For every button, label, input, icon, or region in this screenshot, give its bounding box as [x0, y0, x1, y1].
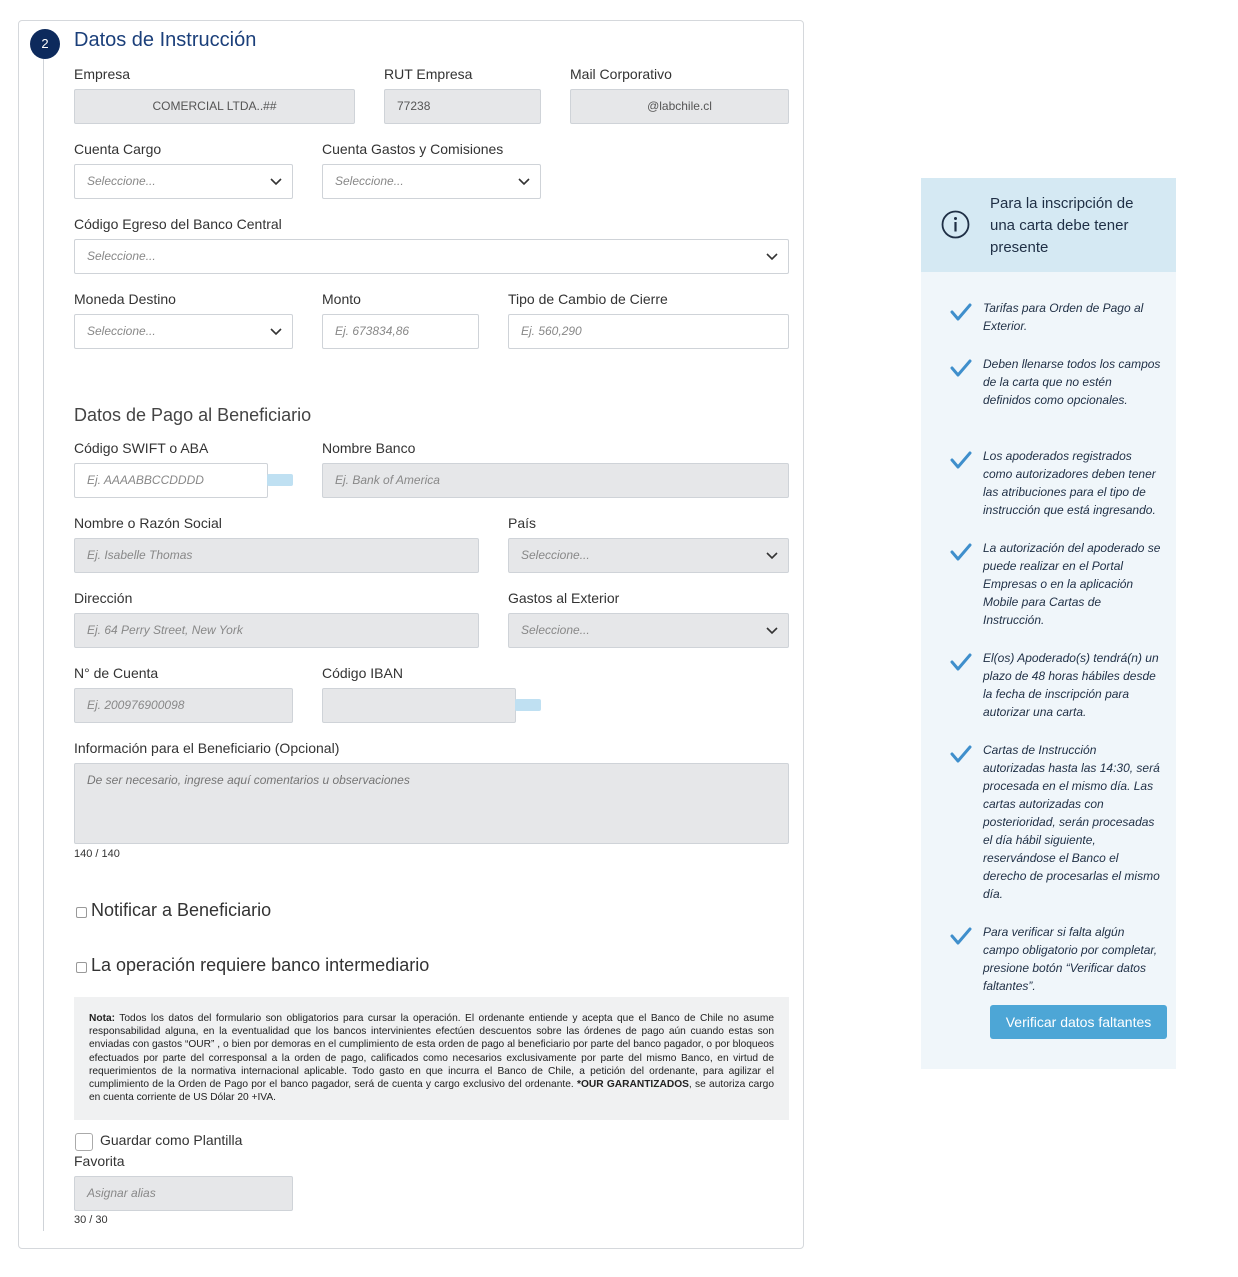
notificar-checkbox[interactable]: [76, 906, 87, 918]
n-cuenta-input[interactable]: Ej. 200976900098: [74, 688, 293, 723]
tipo-cambio-input[interactable]: Ej. 560,290: [508, 314, 789, 349]
empresa-label: Empresa: [74, 66, 131, 82]
cuenta-cargo-label: Cuenta Cargo: [74, 141, 162, 157]
monto-label: Monto: [322, 291, 361, 307]
info-char-counter: 140 / 140: [74, 848, 120, 860]
checkmark-icon: [950, 451, 972, 469]
guardar-plantilla-checkbox[interactable]: [75, 1133, 93, 1151]
moneda-value: Seleccione...: [87, 324, 156, 338]
info-tip-item: Para verificar si falta algún campo obli…: [983, 925, 1158, 993]
alias-input[interactable]: Asignar alias: [74, 1176, 293, 1211]
cuenta-cargo-value: Seleccione...: [87, 174, 156, 188]
tipo-cambio-label: Tipo de Cambio de Cierre: [508, 291, 668, 307]
direccion-input[interactable]: Ej. 64 Perry Street, New York: [74, 613, 479, 648]
checkmark-icon: [950, 359, 972, 377]
chevron-down-icon: [270, 178, 282, 186]
direccion-label: Dirección: [74, 590, 133, 606]
info-beneficiario-textarea[interactable]: [74, 763, 789, 844]
checkmark-icon: [950, 303, 972, 321]
section-title: Datos de Instrucción: [74, 29, 257, 51]
info-tip-item: Los apoderados registrados como autoriza…: [983, 449, 1156, 517]
verificar-datos-button[interactable]: Verificar datos faltantes: [990, 1005, 1167, 1039]
moneda-label: Moneda Destino: [74, 291, 176, 307]
step-number-badge: 2: [30, 29, 60, 59]
codigo-egreso-value: Seleccione...: [87, 249, 156, 263]
chevron-down-icon: [766, 627, 778, 635]
info-tip-item: El(os) Apoderado(s) tendrá(n) un plazo d…: [983, 651, 1159, 719]
rut-label: RUT Empresa: [384, 66, 473, 82]
info-box-title: Para la inscripción de una carta debe te…: [990, 195, 1134, 256]
pais-select[interactable]: Seleccione...: [508, 538, 789, 573]
gastos-exterior-label: Gastos al Exterior: [508, 590, 620, 606]
notificar-checkbox-row[interactable]: Notificar a Beneficiario: [76, 900, 271, 921]
intermediario-checkbox-row[interactable]: La operación requiere banco intermediari…: [76, 955, 429, 976]
alias-char-counter: 30 / 30: [74, 1214, 108, 1226]
info-tip-item: Deben llenarse todos los campos de la ca…: [983, 357, 1161, 407]
codigo-egreso-select[interactable]: Seleccione...: [74, 239, 789, 274]
info-icon: [941, 210, 970, 239]
pais-label: País: [508, 515, 537, 531]
chevron-down-icon: [766, 552, 778, 560]
mail-field: @labchile.cl: [570, 89, 789, 124]
nombre-razon-label: Nombre o Razón Social: [74, 515, 222, 531]
iban-input[interactable]: [322, 688, 516, 723]
swift-label: Código SWIFT o ABA: [74, 440, 209, 456]
notificar-label: Notificar a Beneficiario: [91, 900, 272, 920]
cuenta-gastos-select[interactable]: Seleccione...: [322, 164, 541, 199]
iban-search-tab[interactable]: [515, 699, 541, 711]
gastos-exterior-value: Seleccione...: [521, 623, 590, 637]
info-tip-item[interactable]: Tarifas para Orden de Pago al Exterior.: [983, 299, 1161, 335]
cuenta-gastos-label: Cuenta Gastos y Comisiones: [322, 141, 504, 157]
rut-field: 77238: [384, 89, 541, 124]
chevron-down-icon: [766, 253, 778, 261]
intermediario-checkbox[interactable]: [76, 961, 87, 973]
checkmark-icon: [950, 543, 972, 561]
step-connector-line: [43, 58, 44, 1231]
gastos-exterior-select[interactable]: Seleccione...: [508, 613, 789, 648]
nombre-banco-label: Nombre Banco: [322, 440, 416, 456]
favorita-label: Favorita: [74, 1153, 125, 1169]
swift-search-tab[interactable]: [267, 474, 293, 486]
cuenta-gastos-value: Seleccione...: [335, 174, 404, 188]
info-tip-item: Cartas de Instrucción autorizadas hasta …: [983, 743, 1160, 901]
intermediario-label: La operación requiere banco intermediari…: [91, 955, 430, 975]
info-tip-item: La autorización del apoderado se puede r…: [983, 541, 1161, 627]
guardar-plantilla-label: Guardar como Plantilla: [100, 1132, 243, 1148]
nombre-razon-input[interactable]: Ej. Isabelle Thomas: [74, 538, 479, 573]
monto-input[interactable]: Ej. 673834,86: [322, 314, 479, 349]
codigo-egreso-label: Código Egreso del Banco Central: [74, 216, 282, 232]
iban-label: Código IBAN: [322, 665, 403, 681]
n-cuenta-label: N° de Cuenta: [74, 665, 159, 681]
checkmark-icon: [950, 927, 972, 945]
nota-disclaimer: Nota: Todos los datos del formulario son…: [74, 997, 789, 1120]
checkmark-icon: [950, 653, 972, 671]
empresa-field: COMERCIAL LTDA..##: [74, 89, 355, 124]
chevron-down-icon: [518, 178, 530, 186]
nombre-banco-field: Ej. Bank of America: [322, 463, 789, 498]
nota-label: Nota:: [89, 1013, 116, 1024]
swift-input[interactable]: Ej. AAAABBCCDDDD: [74, 463, 268, 498]
nota-bold: *OUR GARANTIZADOS: [576, 1079, 689, 1091]
chevron-down-icon: [270, 328, 282, 336]
beneficiary-section-title: Datos de Pago al Beneficiario: [74, 405, 312, 425]
cuenta-cargo-select[interactable]: Seleccione...: [74, 164, 293, 199]
checkmark-icon: [950, 745, 972, 763]
info-beneficiario-label: Información para el Beneficiario (Opcion…: [74, 740, 340, 756]
pais-value: Seleccione...: [521, 548, 590, 562]
moneda-select[interactable]: Seleccione...: [74, 314, 293, 349]
mail-label: Mail Corporativo: [570, 66, 672, 82]
